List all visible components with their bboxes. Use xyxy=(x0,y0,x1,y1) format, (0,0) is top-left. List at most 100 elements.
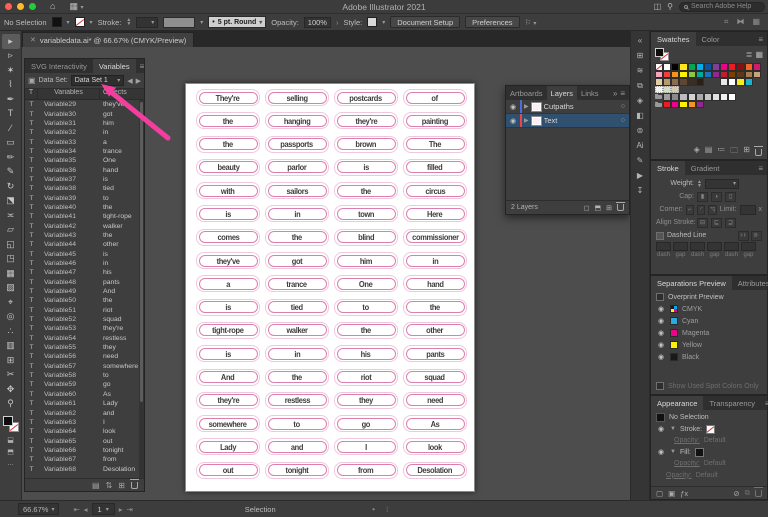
color-swatch[interactable] xyxy=(736,78,745,86)
color-swatch[interactable] xyxy=(720,78,729,86)
color-swatch[interactable] xyxy=(728,93,737,101)
word-card[interactable]: in xyxy=(403,252,467,270)
layer-target-icon[interactable]: ○ xyxy=(621,103,627,110)
variable-row[interactable]: T Variable49 And xyxy=(25,287,144,296)
preferences-button[interactable]: Preferences xyxy=(465,16,520,28)
variable-row[interactable]: T Variable41 tight-rope xyxy=(25,212,144,221)
word-card[interactable]: riot xyxy=(334,368,398,386)
word-card[interactable]: got xyxy=(265,252,329,270)
word-card[interactable]: comes xyxy=(196,228,260,246)
align-dash-icon[interactable]: ⊪ xyxy=(751,230,762,241)
word-card[interactable]: walker xyxy=(265,321,329,339)
word-card[interactable]: they're xyxy=(334,112,398,130)
variables-scrollbar[interactable] xyxy=(139,100,144,478)
color-swatch[interactable] xyxy=(671,78,680,86)
color-swatch[interactable] xyxy=(695,100,704,108)
word-card[interactable]: is xyxy=(196,205,260,223)
variable-row[interactable]: T Variable59 go xyxy=(25,380,144,389)
color-swatch[interactable] xyxy=(687,63,696,71)
color-swatch[interactable] xyxy=(744,78,753,86)
word-card[interactable]: and xyxy=(265,438,329,456)
data-set-dropdown[interactable]: Data Set 1 ▾ xyxy=(70,75,125,86)
delete-layer-icon[interactable] xyxy=(616,201,625,211)
word-card[interactable]: circus xyxy=(403,182,467,200)
color-swatch[interactable] xyxy=(736,70,745,78)
word-card[interactable]: the xyxy=(403,298,467,316)
arrange-documents-icon[interactable]: ◫ xyxy=(654,2,662,11)
grid-view-icon[interactable]: ▦ xyxy=(755,50,763,59)
variable-row[interactable]: T Variable38 tied xyxy=(25,184,144,193)
color-swatch[interactable] xyxy=(663,63,672,71)
fill-dropdown-icon[interactable]: ▾ xyxy=(67,19,70,26)
fill-color-swatch[interactable] xyxy=(694,447,704,457)
panel-menu-icon[interactable]: ≡ xyxy=(620,89,625,98)
layer-row[interactable]: ◉ ▶ Cutpaths ○ xyxy=(506,100,629,114)
capture-data-set-icon[interactable]: ▣ xyxy=(28,76,36,85)
expand-caret-icon[interactable]: ▼ xyxy=(670,426,676,432)
next-artboard-icon[interactable]: ▸ xyxy=(119,505,123,514)
miter-join-icon[interactable]: ⌐ xyxy=(685,204,695,215)
tab-swatches[interactable]: Swatches xyxy=(651,32,696,46)
add-effect-icon[interactable]: ƒx xyxy=(680,489,688,498)
color-swatch[interactable] xyxy=(655,100,664,108)
variable-row[interactable]: T Variable63 I xyxy=(25,418,144,427)
variable-row[interactable]: T Variable65 out xyxy=(25,436,144,445)
variable-row[interactable]: T Variable29 they've xyxy=(25,100,144,109)
color-swatch[interactable] xyxy=(679,78,688,86)
panel-menu-icon[interactable]: ≡ xyxy=(761,396,768,410)
variable-row[interactable]: T Variable44 other xyxy=(25,240,144,249)
variable-row[interactable]: T Variable46 in xyxy=(25,259,144,268)
projecting-cap-icon[interactable]: ▯ xyxy=(725,191,736,202)
column-graph-tool[interactable]: ▥ xyxy=(2,339,20,354)
variable-row[interactable]: T Variable33 a xyxy=(25,137,144,146)
word-card[interactable]: Desolation xyxy=(403,461,467,479)
dash-gap-input[interactable] xyxy=(724,242,739,251)
word-card[interactable]: they xyxy=(334,391,398,409)
word-card[interactable]: to xyxy=(334,298,398,316)
clear-appearance-icon[interactable]: ⊘ xyxy=(733,489,739,498)
variable-row[interactable]: T Variable40 the xyxy=(25,203,144,212)
word-card[interactable]: his xyxy=(334,345,398,363)
zoom-tool[interactable]: ⚲ xyxy=(2,397,20,412)
variable-row[interactable]: T Variable58 to xyxy=(25,371,144,380)
color-swatch[interactable] xyxy=(744,70,753,78)
word-card[interactable]: The xyxy=(403,135,467,153)
tab-color[interactable]: Color xyxy=(696,32,726,46)
word-card[interactable]: the xyxy=(196,135,260,153)
canvas-workspace[interactable]: SVG Interactivity Variables ≡ ▣ Data Set… xyxy=(22,47,630,500)
color-swatch[interactable] xyxy=(679,100,688,108)
eyedropper-tool[interactable]: ⌖ xyxy=(2,295,20,310)
asset-export-panel-icon[interactable]: ≋ xyxy=(632,63,648,78)
word-card[interactable]: in xyxy=(265,205,329,223)
word-card[interactable]: the xyxy=(265,368,329,386)
dash-gap-input[interactable] xyxy=(707,242,722,251)
word-card[interactable]: town xyxy=(334,205,398,223)
new-fill-icon[interactable]: ▣ xyxy=(668,489,675,498)
color-swatch[interactable] xyxy=(695,63,704,71)
fill-opacity-link[interactable]: Opacity: xyxy=(674,460,700,467)
document-tab[interactable]: ✕ variabledata.ai* @ 66.67% (CMYK/Previe… xyxy=(22,32,195,47)
word-card[interactable]: the xyxy=(334,321,398,339)
word-card[interactable]: Here xyxy=(403,205,467,223)
collapse-panel-icon[interactable]: » xyxy=(613,89,617,98)
variable-row[interactable]: T Variable31 him xyxy=(25,119,144,128)
color-swatch[interactable] xyxy=(663,100,672,108)
previous-artboard-icon[interactable]: ◂ xyxy=(84,505,88,514)
word-card[interactable]: selling xyxy=(265,89,329,106)
variable-row[interactable]: T Variable54 restless xyxy=(25,334,144,343)
gradient-tool[interactable]: ▨ xyxy=(2,281,20,296)
variable-row[interactable]: T Variable47 his xyxy=(25,268,144,277)
color-swatch[interactable] xyxy=(728,63,737,71)
preserve-dash-icon[interactable]: ⊦⊦ xyxy=(738,230,749,241)
color-swatch[interactable] xyxy=(711,63,721,71)
word-card[interactable]: passports xyxy=(265,135,329,153)
word-card[interactable]: postcards xyxy=(334,89,398,106)
word-card[interactable]: is xyxy=(196,298,260,316)
word-card[interactable]: need xyxy=(403,391,467,409)
plate-row[interactable]: ◉ CMYK xyxy=(651,303,767,315)
color-guide-panel-icon[interactable]: ⊚ xyxy=(632,123,648,138)
word-card[interactable]: pants xyxy=(403,345,467,363)
color-swatch[interactable] xyxy=(695,70,704,78)
shape-builder-tool[interactable]: ◱ xyxy=(2,237,20,252)
plate-row[interactable]: ◉ Magenta xyxy=(651,327,767,339)
